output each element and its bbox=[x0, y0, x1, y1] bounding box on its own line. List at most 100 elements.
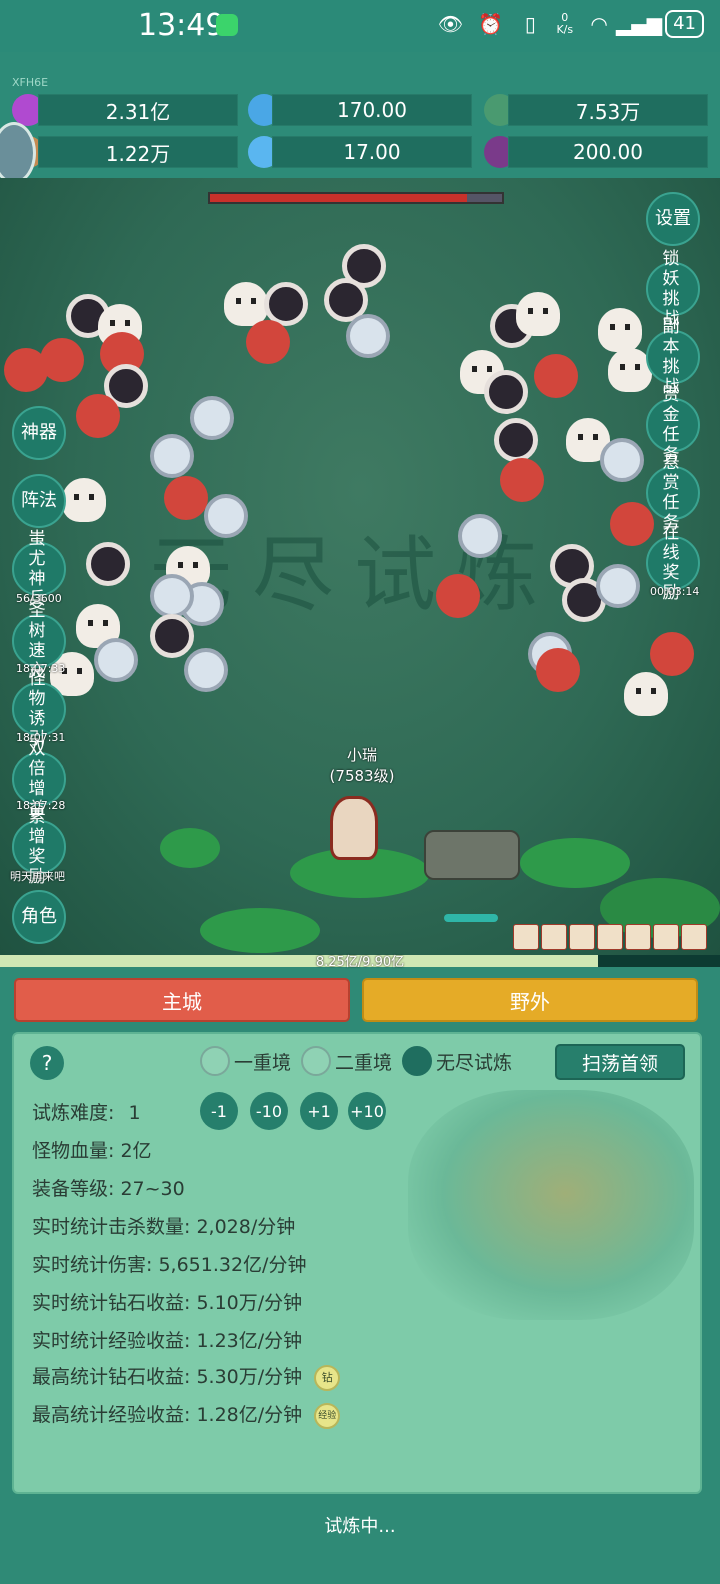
bounty-quest-button[interactable]: 赏金任务 bbox=[646, 385, 700, 465]
tiger-illustration bbox=[408, 1090, 694, 1320]
diamond-rate-text: 实时统计钻石收益: 5.10万/分钟 bbox=[32, 1292, 303, 1314]
mode-option-first[interactable]: 一重境 bbox=[200, 1046, 291, 1076]
formation-button[interactable]: 阵法 bbox=[12, 474, 66, 528]
double-buff-button[interactable]: 双倍增益 bbox=[12, 739, 66, 819]
max-exp-row: 最高统计经验收益: 1.28亿/分钟 经验 bbox=[32, 1400, 341, 1429]
wifi-icon: ◠ bbox=[590, 12, 608, 36]
status-icons: 👁 ⏰ ▯ 0 K/s ◠ ▂▄▆ 41 bbox=[436, 10, 704, 38]
currency-gem: 2.31亿 bbox=[38, 94, 238, 126]
monster-hp-text: 怪物血量: 2亿 bbox=[32, 1140, 152, 1162]
dungeon-challenge-button[interactable]: 副本挑战 bbox=[646, 317, 700, 397]
skill-slot-icon[interactable] bbox=[681, 924, 707, 950]
monster bbox=[500, 458, 544, 502]
bush bbox=[520, 838, 630, 888]
currency-ice: 17.00 bbox=[272, 136, 472, 168]
monster bbox=[596, 564, 640, 608]
artifact-button[interactable]: 神器 bbox=[12, 406, 66, 460]
monster bbox=[436, 574, 480, 618]
exp-badge-icon[interactable]: 经验 bbox=[314, 1402, 341, 1429]
bush bbox=[200, 908, 320, 953]
monster bbox=[40, 338, 84, 382]
radio-icon bbox=[301, 1046, 332, 1076]
monster bbox=[224, 282, 268, 326]
experience-text: 8.25亿/9.90亿 bbox=[315, 955, 405, 970]
clock: 13:49 bbox=[138, 8, 225, 43]
monster bbox=[204, 494, 248, 538]
currency-crystal: 170.00 bbox=[272, 94, 472, 126]
main-city-button[interactable]: 主城 bbox=[14, 978, 350, 1022]
skill-bar bbox=[513, 924, 707, 950]
monster bbox=[494, 418, 538, 462]
tank-energy-bar bbox=[444, 914, 498, 922]
currency-globe: 7.53万 bbox=[508, 94, 708, 126]
monster bbox=[484, 370, 528, 414]
signal-icon: ▂▄▆ bbox=[616, 12, 663, 36]
holy-tree-button[interactable]: 圣树速充 bbox=[12, 601, 66, 681]
vibrate-icon: ▯ bbox=[524, 12, 536, 36]
hero-name-label: 小瑞 (7583级) bbox=[329, 746, 395, 785]
chiyou-weapon-button[interactable]: 蚩尤神兵 bbox=[12, 529, 66, 609]
monster bbox=[190, 396, 234, 440]
monster bbox=[650, 632, 694, 676]
online-reward-button[interactable]: 在线奖励 bbox=[646, 523, 700, 603]
reward-quest-button[interactable]: 悬赏任务 bbox=[646, 453, 700, 533]
monster-lure-button[interactable]: 怪物诱引 bbox=[12, 669, 66, 749]
monster bbox=[76, 394, 120, 438]
difficulty-plus-10-button[interactable]: +10 bbox=[348, 1092, 386, 1130]
monster bbox=[598, 308, 642, 352]
alarm-icon: ⏰ bbox=[477, 12, 503, 36]
currency-shell: 1.22万 bbox=[38, 136, 238, 168]
network-speed: 0 K/s bbox=[556, 11, 574, 36]
monster bbox=[150, 574, 194, 618]
battle-scene: 无尽试炼 小瑞 (7583级) bbox=[0, 178, 720, 958]
boss-hp-fill bbox=[210, 194, 467, 202]
diamond-badge-icon[interactable]: 钻 bbox=[314, 1364, 341, 1391]
currency-bag: 200.00 bbox=[508, 136, 708, 168]
cumulative-reward-button[interactable]: 累增奖励 bbox=[12, 807, 66, 887]
monster bbox=[150, 434, 194, 478]
kills-rate-text: 实时统计击杀数量: 2,028/分钟 bbox=[32, 1216, 296, 1238]
monster bbox=[62, 478, 106, 522]
difficulty-minus-1-button[interactable]: -1 bbox=[200, 1092, 238, 1130]
status-bar: 13:49 👁 ⏰ ▯ 0 K/s ◠ ▂▄▆ 41 bbox=[0, 0, 720, 52]
difficulty-minus-10-button[interactable]: -10 bbox=[250, 1092, 288, 1130]
monster bbox=[94, 638, 138, 682]
monster bbox=[624, 672, 668, 716]
skill-slot-icon[interactable] bbox=[569, 924, 595, 950]
hero-character bbox=[330, 796, 378, 860]
monster bbox=[536, 648, 580, 692]
trial-panel: ? 一重境 二重境 无尽试炼 扫荡首领 试炼难度: 1 -1 -10 +1 +1… bbox=[12, 1032, 702, 1494]
monster bbox=[246, 320, 290, 364]
wild-field-button[interactable]: 野外 bbox=[362, 978, 698, 1022]
skill-slot-icon[interactable] bbox=[597, 924, 623, 950]
bush bbox=[160, 828, 220, 868]
settings-button[interactable]: 设置 bbox=[646, 192, 700, 246]
help-button[interactable]: ? bbox=[30, 1046, 64, 1080]
monster bbox=[534, 354, 578, 398]
sweep-boss-button[interactable]: 扫荡首领 bbox=[555, 1044, 685, 1080]
max-diamond-row: 最高统计钻石收益: 5.30万/分钟 钻 bbox=[32, 1362, 341, 1391]
damage-rate-text: 实时统计伤害: 5,651.32亿/分钟 bbox=[32, 1254, 307, 1276]
monster bbox=[516, 292, 560, 336]
monster bbox=[86, 542, 130, 586]
equip-level-text: 装备等级: 27~30 bbox=[32, 1178, 185, 1200]
skill-slot-icon[interactable] bbox=[653, 924, 679, 950]
difficulty-value: 1 bbox=[128, 1102, 141, 1124]
max-exp-text: 最高统计经验收益: 1.28亿/分钟 bbox=[32, 1404, 303, 1426]
character-button[interactable]: 角色 bbox=[12, 890, 66, 944]
boss-hp-bar bbox=[208, 192, 504, 204]
demon-lock-challenge-button[interactable]: 锁妖挑战 bbox=[646, 249, 700, 329]
monster bbox=[610, 502, 654, 546]
radio-icon bbox=[200, 1046, 230, 1076]
monster bbox=[458, 514, 502, 558]
mode-option-second[interactable]: 二重境 bbox=[301, 1046, 392, 1076]
monster bbox=[164, 476, 208, 520]
max-diamond-text: 最高统计钻石收益: 5.30万/分钟 bbox=[32, 1366, 303, 1388]
skill-slot-icon[interactable] bbox=[625, 924, 651, 950]
difficulty-row: 试炼难度: 1 bbox=[32, 1102, 141, 1124]
difficulty-plus-1-button[interactable]: +1 bbox=[300, 1092, 338, 1130]
skill-slot-icon[interactable] bbox=[541, 924, 567, 950]
skill-slot-icon[interactable] bbox=[513, 924, 539, 950]
mode-option-endless[interactable]: 无尽试炼 bbox=[402, 1046, 512, 1076]
battery-indicator: 41 bbox=[665, 10, 704, 38]
